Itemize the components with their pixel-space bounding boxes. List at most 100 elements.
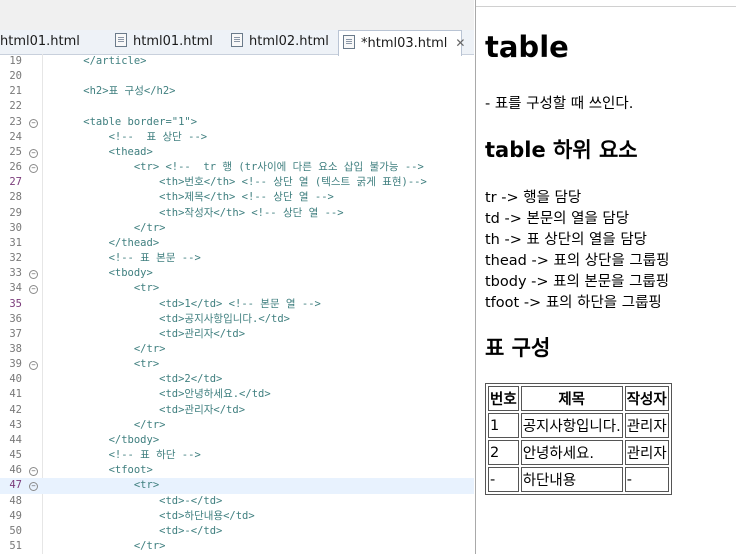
code-text: <tr> xyxy=(58,282,160,295)
code-line[interactable]: 44 </tbody> xyxy=(0,433,474,448)
code-text: <h2>표 구성</h2> xyxy=(58,85,176,98)
line-number: 36 xyxy=(9,312,22,325)
table-heading: 표 구성 xyxy=(485,336,551,360)
code-line[interactable]: 39− <tr> xyxy=(0,357,474,372)
list-item: tbody -> 표의 본문을 그룹핑 xyxy=(485,274,670,290)
tab-label: html01.html xyxy=(0,34,80,49)
fold-toggle-icon[interactable]: − xyxy=(29,118,38,128)
line-number: 23 xyxy=(9,115,22,128)
code-line[interactable]: 23− <table border="1"> xyxy=(0,115,474,130)
code-line[interactable]: 41 <td>안녕하세요.</td> xyxy=(0,387,474,402)
code-text: <th>제목</th> <!-- 상단 열 --> xyxy=(58,191,334,204)
fold-toggle-icon[interactable]: − xyxy=(29,270,38,280)
code-line[interactable]: 47− <tr> xyxy=(0,478,474,494)
subheading: table 하위 요소 xyxy=(485,138,638,162)
code-text: </tr> xyxy=(58,342,166,355)
code-line[interactable]: 20 xyxy=(0,69,474,84)
code-line[interactable]: 19 </article> xyxy=(0,54,474,69)
editor-tab-2[interactable]: html01.html xyxy=(111,30,224,54)
tab-label: html01.html xyxy=(133,34,213,49)
editor-tab-1[interactable]: html01.html xyxy=(0,30,104,54)
table-cell: 2 xyxy=(488,440,519,465)
fold-toggle-icon[interactable]: − xyxy=(29,361,38,371)
line-number: 29 xyxy=(9,206,22,219)
table-header-cell: 제목 xyxy=(520,386,623,411)
table-row: 2 안녕하세요. 관리자 xyxy=(488,440,669,465)
code-line[interactable]: 24 <!-- 표 상단 --> xyxy=(0,130,474,145)
code-line[interactable]: 42 <td>관리자</td> xyxy=(0,403,474,418)
line-number: 41 xyxy=(9,388,22,401)
code-line[interactable]: 30 </tr> xyxy=(0,221,474,236)
editor-tab-bar: html01.html html01.html html02.html *html03… xyxy=(0,0,474,56)
table-cell: - xyxy=(624,467,669,492)
code-line[interactable]: 22 xyxy=(0,99,474,114)
code-line[interactable]: 29 <th>작성자</th> <!-- 상단 열 --> xyxy=(0,206,474,221)
code-line[interactable]: 26− <tr> <!-- tr 행 (tr사이에 다른 요소 삽입 불가능 -… xyxy=(0,160,474,175)
fold-toggle-icon[interactable]: − xyxy=(29,467,38,477)
line-number: 19 xyxy=(9,55,22,67)
code-area[interactable]: 19 </article> 20 21 <h2>표 구성</h2> 22 23− <ta… xyxy=(0,54,474,554)
code-line[interactable]: 25− <thead> xyxy=(0,145,474,160)
code-line[interactable]: 38 </tr> xyxy=(0,342,474,357)
code-line[interactable]: 33− <tbody> xyxy=(0,266,474,281)
code-editor[interactable]: html01.html html01.html html02.html *html03… xyxy=(0,0,474,554)
fold-toggle-icon[interactable]: − xyxy=(29,285,38,295)
code-line[interactable]: 49 <td>하단내용</td> xyxy=(0,509,474,524)
code-text: <td>-</td> xyxy=(58,524,223,537)
line-number: 34 xyxy=(9,282,22,295)
line-number: 26 xyxy=(9,161,22,174)
code-text: <tr> <!-- tr 행 (tr사이에 다른 요소 삽입 불가능 --> xyxy=(58,161,424,174)
editor-tab-4[interactable]: *html03.html ✕ xyxy=(338,30,465,56)
code-line[interactable]: 31 </thead> xyxy=(0,236,474,251)
code-line[interactable]: 50 <td>-</td> xyxy=(0,524,474,539)
editor-tab-3[interactable]: html02.html xyxy=(227,30,335,54)
list-item: thead -> 표의 상단을 그룹핑 xyxy=(485,253,670,269)
code-text: <td>관리자</td> xyxy=(58,327,246,340)
line-number: 22 xyxy=(9,100,22,113)
code-line[interactable]: 43 </tr> xyxy=(0,418,474,433)
html-file-icon xyxy=(343,35,355,49)
line-number: 50 xyxy=(9,524,22,537)
code-line[interactable]: 37 <td>관리자</td> xyxy=(0,327,474,342)
line-number: 28 xyxy=(9,191,22,204)
code-line[interactable]: 51 </tr> xyxy=(0,539,474,554)
fold-toggle-icon[interactable]: − xyxy=(29,148,38,158)
code-text: </tr> xyxy=(58,221,166,234)
code-line[interactable]: 34− <tr> xyxy=(0,281,474,296)
fold-toggle-icon[interactable]: − xyxy=(29,482,38,492)
code-line[interactable]: 27 <th>번호</th> <!-- 상단 열 (텍스트 굵게 표현)--> xyxy=(0,175,474,190)
table-row: - 하단내용 - xyxy=(488,467,669,492)
table-cell: - xyxy=(488,467,519,492)
code-line[interactable]: 45 <!-- 표 하단 --> xyxy=(0,448,474,463)
code-text: <table border="1"> xyxy=(58,115,198,128)
fold-toggle-icon[interactable]: − xyxy=(29,164,38,174)
table-header-row: 번호 제목 작성자 xyxy=(488,386,669,411)
html-file-icon xyxy=(115,33,127,47)
list-item: td -> 본문의 열을 담당 xyxy=(485,211,630,227)
code-line[interactable]: 46− <tfoot> xyxy=(0,463,474,478)
code-line[interactable]: 40 <td>2</td> xyxy=(0,372,474,387)
tab-label: *html03.html xyxy=(361,36,448,51)
code-text: <!-- 표 본문 --> xyxy=(58,252,201,265)
code-line[interactable]: 21 <h2>표 구성</h2> xyxy=(0,84,474,99)
line-number: 21 xyxy=(9,85,22,98)
line-number: 25 xyxy=(9,145,22,158)
code-text: </article> xyxy=(58,55,147,67)
table-cell: 하단내용 xyxy=(520,467,623,492)
code-line[interactable]: 36 <td>공지사항입니다.</td> xyxy=(0,312,474,327)
table-cell: 공지사항입니다. xyxy=(520,413,623,438)
code-line[interactable]: 32 <!-- 표 본문 --> xyxy=(0,251,474,266)
line-number: 27 xyxy=(9,176,22,189)
code-text: <tbody> xyxy=(58,267,153,280)
code-line[interactable]: 48 <td>-</td> xyxy=(0,494,474,509)
code-line[interactable]: 28 <th>제목</th> <!-- 상단 열 --> xyxy=(0,190,474,205)
page-title: table xyxy=(485,30,569,64)
close-tab-icon[interactable]: ✕ xyxy=(455,31,465,55)
line-number: 48 xyxy=(9,494,22,507)
line-number: 46 xyxy=(9,464,22,477)
code-line[interactable]: 35 <td>1</td> <!-- 본문 열 --> xyxy=(0,297,474,312)
line-number: 51 xyxy=(9,540,22,552)
line-number: 20 xyxy=(9,70,22,83)
line-number: 43 xyxy=(9,418,22,431)
line-number: 38 xyxy=(9,342,22,355)
